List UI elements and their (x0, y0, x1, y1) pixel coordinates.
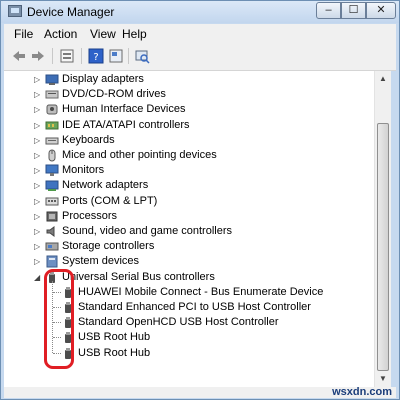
tree-category-label: Network adapters (62, 179, 149, 192)
tree-category-row[interactable]: ▷ Storage controllers (4, 239, 374, 254)
collapsed-arrow-icon[interactable]: ▷ (34, 148, 42, 163)
collapsed-arrow-icon[interactable]: ▷ (34, 163, 42, 178)
collapsed-arrow-icon[interactable]: ▷ (34, 87, 42, 102)
port-icon (45, 195, 59, 208)
tree-category-row[interactable]: ▷ Network adapters (4, 178, 374, 193)
tree-category-label: Mice and other pointing devices (62, 149, 217, 161)
ide-controller-icon (45, 119, 59, 132)
collapsed-arrow-icon[interactable]: ▷ (34, 178, 42, 193)
tree-category-label: Ports (COM & LPT) (62, 194, 158, 207)
toolbar-separator (52, 48, 53, 64)
menu-view[interactable]: View (90, 27, 116, 41)
collapsed-arrow-icon[interactable]: ▷ (34, 194, 42, 209)
scroll-thumb[interactable] (377, 123, 389, 371)
menu-action[interactable]: Action (44, 27, 77, 41)
tree-category-label: Monitors (62, 164, 105, 177)
back-arrow-icon[interactable] (11, 48, 27, 64)
toolbar-separator (128, 48, 129, 64)
hid-icon (45, 103, 59, 116)
usb-device-label: USB Root Hub (78, 346, 151, 359)
tree-category-label: Processors (62, 209, 118, 222)
network-adapter-icon (45, 179, 59, 192)
toolbar: ? (4, 44, 396, 71)
tree-category-row[interactable]: ▷ Monitors (4, 163, 374, 178)
tree-category-label: Keyboards (62, 133, 115, 146)
dvd-drive-icon (45, 88, 59, 101)
tree-category-label: Sound, video and game controllers (62, 225, 232, 237)
forward-arrow-icon[interactable] (30, 48, 46, 64)
system-device-icon (45, 255, 59, 268)
sound-icon (45, 225, 59, 238)
scan-hardware-icon[interactable] (134, 48, 150, 64)
tree-category-label: IDE ATA/ATAPI controllers (62, 118, 190, 131)
mouse-icon (45, 149, 59, 162)
tree-category-row[interactable]: ▷ Mice and other pointing devices (4, 148, 374, 163)
tree-category-row[interactable]: ▷ Sound, video and game controllers (4, 224, 374, 239)
processor-icon (45, 210, 59, 223)
tree-category-label: System devices (62, 255, 140, 268)
collapsed-arrow-icon[interactable]: ▷ (34, 239, 42, 254)
usb-device-label: HUAWEI Mobile Connect - Bus Enumerate De… (78, 285, 324, 298)
help-icon[interactable]: ? (88, 48, 104, 64)
svg-text:?: ? (93, 52, 98, 63)
collapsed-arrow-icon[interactable]: ▷ (34, 254, 42, 269)
tree-category-row[interactable]: ▷ Keyboards (4, 133, 374, 148)
device-manager-icon (8, 5, 22, 17)
menu-file[interactable]: File (14, 27, 33, 41)
watermark: wsxdn.com (332, 386, 392, 398)
collapsed-arrow-icon[interactable]: ▷ (34, 118, 42, 133)
tree-category-row[interactable]: ▷ IDE ATA/ATAPI controllers (4, 118, 374, 133)
tree-category-row[interactable]: ▷ Ports (COM & LPT) (4, 194, 374, 209)
usb-device-label: USB Root Hub (78, 331, 151, 344)
window-title: Device Manager (27, 5, 115, 19)
tree-category-label: Display adapters (62, 73, 144, 85)
tree-category-label: Storage controllers (62, 240, 155, 253)
menu-bar: File Action View Help (4, 24, 396, 44)
tree-category-row[interactable]: ▷ System devices (4, 254, 374, 269)
usb-device-label: Standard Enhanced PCI to USB Host Contro… (78, 301, 311, 313)
collapsed-arrow-icon[interactable]: ▷ (34, 133, 42, 148)
maximize-button[interactable]: ☐ (341, 2, 366, 19)
tree-category-row[interactable]: ▷ Processors (4, 209, 374, 224)
vertical-scrollbar[interactable]: ▲ ▼ (374, 71, 391, 387)
toolbar-separator (81, 48, 82, 64)
tree-category-row[interactable]: ▷ DVD/CD-ROM drives (4, 87, 374, 102)
collapsed-arrow-icon[interactable]: ▷ (34, 72, 42, 87)
tree-category-label: Human Interface Devices (62, 103, 186, 116)
menu-help[interactable]: Help (122, 27, 147, 41)
expanded-arrow-icon[interactable]: ◢ (34, 270, 42, 285)
collapsed-arrow-icon[interactable]: ▷ (34, 209, 42, 224)
keyboard-icon (45, 134, 59, 147)
tree-category-label: DVD/CD-ROM drives (62, 88, 166, 101)
monitor-icon (45, 164, 59, 177)
display-adapter-icon (45, 73, 59, 86)
tree-category-row[interactable]: ▷ Human Interface Devices (4, 102, 374, 117)
close-button[interactable]: ✕ (366, 2, 396, 19)
usb-device-label: Standard OpenHCD USB Host Controller (78, 316, 279, 329)
storage-icon (45, 240, 59, 253)
properties-icon[interactable] (59, 48, 75, 64)
collapsed-arrow-icon[interactable]: ▷ (34, 224, 42, 239)
minimize-button[interactable]: – (316, 2, 341, 19)
tree-category-label: Universal Serial Bus controllers (62, 270, 215, 283)
scroll-up-button[interactable]: ▲ (377, 73, 389, 85)
tree-category-row[interactable]: ▷ Display adapters (4, 72, 374, 87)
title-bar[interactable]: Device Manager – ☐ ✕ (1, 1, 399, 23)
collapsed-arrow-icon[interactable]: ▷ (34, 102, 42, 117)
scroll-down-button[interactable]: ▼ (377, 373, 389, 385)
red-highlight-annotation (44, 269, 74, 369)
device-properties-icon[interactable] (108, 48, 124, 64)
